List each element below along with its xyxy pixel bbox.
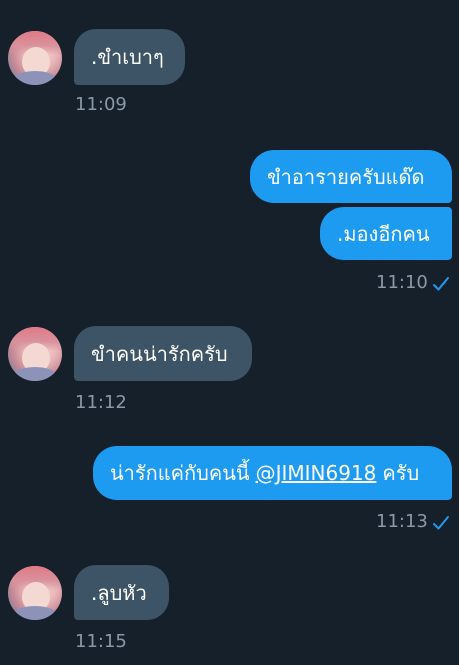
message-text: .ลูบหัว <box>91 580 147 605</box>
message-timestamp: 11:15 <box>75 631 127 652</box>
message-timestamp: 11:10 <box>376 272 428 293</box>
message-text: ขำอารายครับแด๊ด <box>267 164 425 189</box>
message-timestamp: 11:12 <box>75 392 127 413</box>
message-bubble-incoming[interactable]: .ลูบหัว <box>74 565 169 620</box>
message-text: ครับ <box>382 461 420 485</box>
message-bubble-incoming[interactable]: .ขำเบาๆ <box>74 29 185 85</box>
sender-avatar[interactable] <box>8 566 62 620</box>
message-bubble-incoming[interactable]: ขำคนน่ารักครับ <box>74 326 252 381</box>
message-bubble-outgoing[interactable]: น่ารักแค่กับคนนี้ @JIMIN6918 ครับ <box>93 446 452 500</box>
message-text: น่ารักแค่กับคนนี้ <box>110 461 250 485</box>
message-text: .มองอีกคน <box>337 221 430 246</box>
message-timestamp: 11:09 <box>75 94 127 115</box>
message-text: .ขำเบาๆ <box>91 45 164 69</box>
message-timestamp: 11:13 <box>376 511 428 532</box>
message-bubble-outgoing[interactable]: ขำอารายครับแด๊ด <box>250 150 452 203</box>
sender-avatar[interactable] <box>8 327 62 381</box>
checkmark-icon <box>433 277 449 291</box>
user-mention-link[interactable]: @JIMIN6918 <box>256 461 377 485</box>
sender-avatar[interactable] <box>8 31 62 85</box>
message-bubble-outgoing[interactable]: .มองอีกคน <box>320 207 452 260</box>
message-text: ขำคนน่ารักครับ <box>91 341 228 366</box>
checkmark-icon <box>433 516 449 530</box>
conversation-view: .ขำเบาๆ 11:09 ขำอารายครับแด๊ด .มองอีกคน … <box>0 0 459 665</box>
